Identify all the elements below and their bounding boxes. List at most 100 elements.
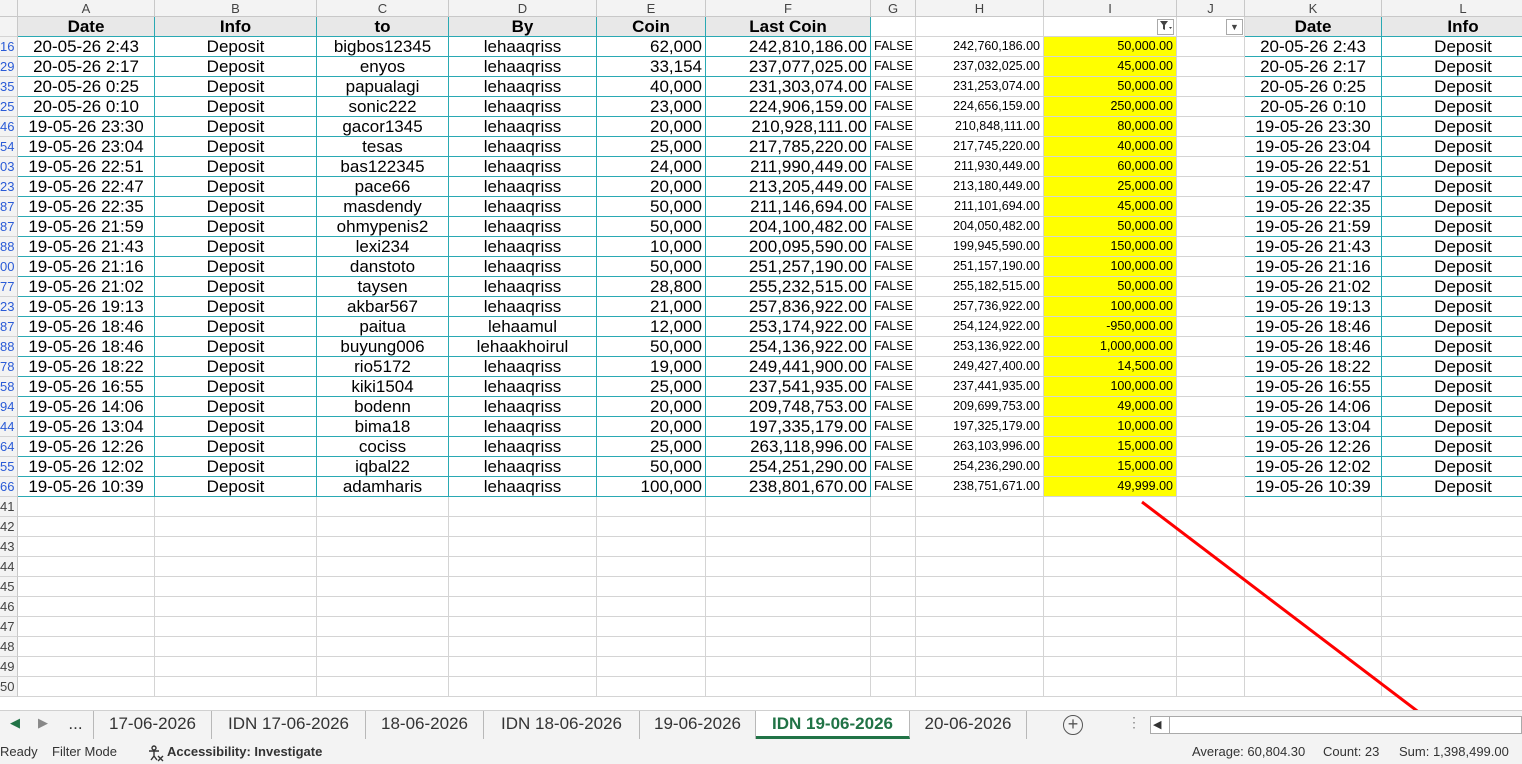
- cell-i[interactable]: 15,000.00: [1044, 437, 1177, 457]
- row-header[interactable]: 50: [0, 677, 18, 697]
- cell-coin[interactable]: 50,000: [597, 337, 706, 357]
- empty-cell[interactable]: [706, 617, 871, 637]
- cell-coin[interactable]: 50,000: [597, 197, 706, 217]
- cell-k-date[interactable]: 19-05-26 12:02: [1245, 457, 1382, 477]
- cell-to[interactable]: rio5172: [317, 357, 449, 377]
- cell-coin[interactable]: 20,000: [597, 177, 706, 197]
- empty-cell[interactable]: [1177, 497, 1245, 517]
- cell-last-coin[interactable]: 204,100,482.00: [706, 217, 871, 237]
- cell-j[interactable]: [1177, 97, 1245, 117]
- cell-h[interactable]: 237,441,935.00: [916, 377, 1044, 397]
- cell-coin[interactable]: 25,000: [597, 377, 706, 397]
- cell-h[interactable]: 254,124,922.00: [916, 317, 1044, 337]
- cell-date[interactable]: 19-05-26 21:59: [18, 217, 155, 237]
- empty-cell[interactable]: [706, 537, 871, 557]
- cell-i[interactable]: 100,000.00: [1044, 297, 1177, 317]
- row-header[interactable]: 87: [0, 197, 18, 217]
- cell-by[interactable]: lehaaqriss: [449, 177, 597, 197]
- cell-k-date[interactable]: 19-05-26 13:04: [1245, 417, 1382, 437]
- cell-l-info[interactable]: Deposit: [1382, 177, 1522, 197]
- cell-date[interactable]: 19-05-26 10:39: [18, 477, 155, 497]
- empty-cell[interactable]: [1382, 577, 1522, 597]
- cell-info[interactable]: Deposit: [155, 277, 317, 297]
- cell-i[interactable]: 80,000.00: [1044, 117, 1177, 137]
- cell-last-coin[interactable]: 213,205,449.00: [706, 177, 871, 197]
- row-header[interactable]: 78: [0, 357, 18, 377]
- cell-i[interactable]: 45,000.00: [1044, 57, 1177, 77]
- empty-cell[interactable]: [18, 517, 155, 537]
- empty-cell[interactable]: [871, 637, 916, 657]
- empty-cell[interactable]: [916, 497, 1044, 517]
- cell-k-date[interactable]: 19-05-26 18:46: [1245, 317, 1382, 337]
- empty-cell[interactable]: [1245, 637, 1382, 657]
- cell-i[interactable]: 50,000.00: [1044, 217, 1177, 237]
- cell-k-date[interactable]: 19-05-26 21:02: [1245, 277, 1382, 297]
- header-info[interactable]: Info: [155, 17, 317, 37]
- header-k-date[interactable]: Date: [1245, 17, 1382, 37]
- cell-k-date[interactable]: 20-05-26 2:17: [1245, 57, 1382, 77]
- cell-l-info[interactable]: Deposit: [1382, 77, 1522, 97]
- empty-cell[interactable]: [155, 497, 317, 517]
- cell-l-info[interactable]: Deposit: [1382, 117, 1522, 137]
- cell-to[interactable]: adamharis: [317, 477, 449, 497]
- empty-cell[interactable]: [916, 537, 1044, 557]
- cell-g[interactable]: FALSE: [871, 57, 916, 77]
- cell-to[interactable]: lexi234: [317, 237, 449, 257]
- accessibility-icon[interactable]: [146, 740, 164, 764]
- empty-cell[interactable]: [916, 657, 1044, 677]
- empty-cell[interactable]: [1382, 537, 1522, 557]
- empty-cell[interactable]: [317, 537, 449, 557]
- empty-cell[interactable]: [1382, 557, 1522, 577]
- sheet-tab[interactable]: 20-06-2026: [910, 711, 1027, 739]
- cell-g[interactable]: FALSE: [871, 197, 916, 217]
- cell-h[interactable]: 211,101,694.00: [916, 197, 1044, 217]
- cell-k-date[interactable]: 19-05-26 21:43: [1245, 237, 1382, 257]
- cell-l-info[interactable]: Deposit: [1382, 137, 1522, 157]
- column-header-f[interactable]: F: [706, 0, 871, 17]
- cell-j[interactable]: [1177, 57, 1245, 77]
- row-header[interactable]: 25: [0, 97, 18, 117]
- empty-cell[interactable]: [449, 597, 597, 617]
- header-to[interactable]: to: [317, 17, 449, 37]
- sheet-tab[interactable]: 19-06-2026: [640, 711, 756, 739]
- empty-cell[interactable]: [1177, 617, 1245, 637]
- cell-i[interactable]: 49,999.00: [1044, 477, 1177, 497]
- select-all-corner[interactable]: [0, 0, 18, 17]
- empty-cell[interactable]: [871, 597, 916, 617]
- empty-cell[interactable]: [597, 557, 706, 577]
- header-l-info[interactable]: Info: [1382, 17, 1522, 37]
- column-header-g[interactable]: G: [871, 0, 916, 17]
- cell-g[interactable]: FALSE: [871, 317, 916, 337]
- row-header[interactable]: 00: [0, 257, 18, 277]
- cell-j[interactable]: [1177, 217, 1245, 237]
- cell-info[interactable]: Deposit: [155, 137, 317, 157]
- row-header[interactable]: 43: [0, 537, 18, 557]
- empty-cell[interactable]: [449, 537, 597, 557]
- cell-g[interactable]: FALSE: [871, 437, 916, 457]
- cell-i[interactable]: 100,000.00: [1044, 377, 1177, 397]
- empty-cell[interactable]: [155, 617, 317, 637]
- cell-k-date[interactable]: 20-05-26 2:43: [1245, 37, 1382, 57]
- cell-to[interactable]: sonic222: [317, 97, 449, 117]
- cell-i[interactable]: 150,000.00: [1044, 237, 1177, 257]
- row-header[interactable]: 41: [0, 497, 18, 517]
- cell-l-info[interactable]: Deposit: [1382, 317, 1522, 337]
- empty-cell[interactable]: [449, 577, 597, 597]
- cell-info[interactable]: Deposit: [155, 37, 317, 57]
- cell-by[interactable]: lehaaqriss: [449, 377, 597, 397]
- cell-coin[interactable]: 50,000: [597, 257, 706, 277]
- empty-cell[interactable]: [155, 577, 317, 597]
- cell-last-coin[interactable]: 200,095,590.00: [706, 237, 871, 257]
- empty-cell[interactable]: [18, 597, 155, 617]
- cell-l-info[interactable]: Deposit: [1382, 97, 1522, 117]
- cell-g[interactable]: FALSE: [871, 277, 916, 297]
- cell-i[interactable]: 45,000.00: [1044, 197, 1177, 217]
- cell-date[interactable]: 19-05-26 22:35: [18, 197, 155, 217]
- empty-cell[interactable]: [449, 497, 597, 517]
- cell-info[interactable]: Deposit: [155, 297, 317, 317]
- cell-info[interactable]: Deposit: [155, 437, 317, 457]
- cell-h[interactable]: 249,427,400.00: [916, 357, 1044, 377]
- column-header-k[interactable]: K: [1245, 0, 1382, 17]
- cell-last-coin[interactable]: 197,335,179.00: [706, 417, 871, 437]
- cell-k-date[interactable]: 19-05-26 21:16: [1245, 257, 1382, 277]
